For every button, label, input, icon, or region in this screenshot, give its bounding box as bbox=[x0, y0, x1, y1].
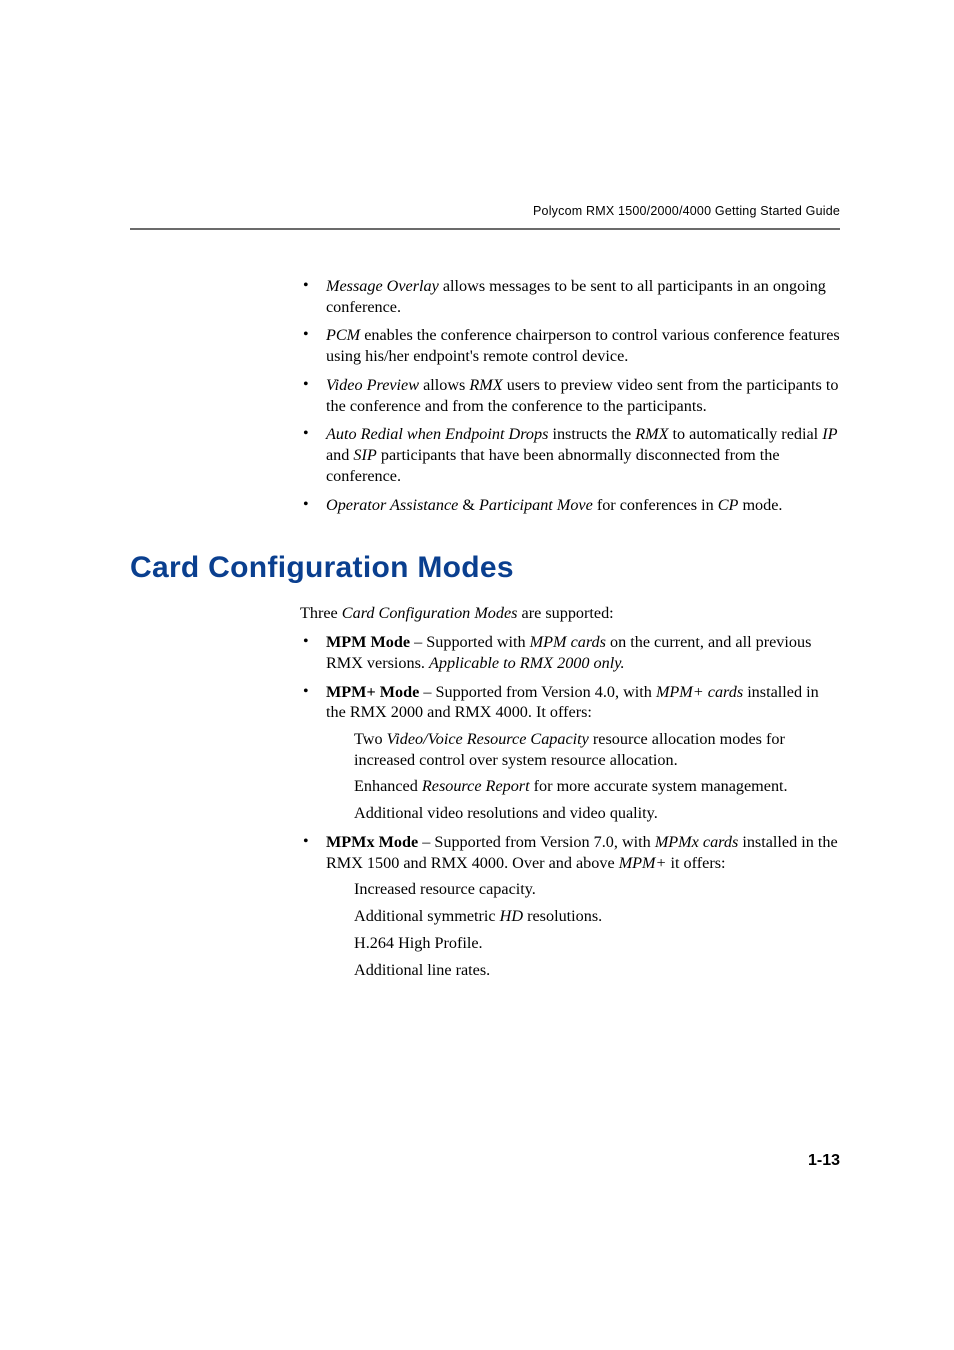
mode-name: MPM+ Mode bbox=[326, 683, 419, 701]
sub-text: Two bbox=[354, 730, 387, 748]
feature-text: to automatically redial bbox=[668, 425, 822, 443]
inline-italic: MPMx cards bbox=[655, 833, 738, 851]
inline-italic: MPM+ cards bbox=[656, 683, 743, 701]
sub-item: Additional symmetric HD resolutions. bbox=[354, 906, 840, 927]
mode-text: – Supported with bbox=[410, 633, 530, 651]
list-item: Message Overlay allows messages to be se… bbox=[300, 276, 840, 317]
sub-item: Additional video resolutions and video q… bbox=[354, 803, 840, 824]
section-title: Card Configuration Modes bbox=[130, 551, 840, 585]
sub-item: Increased resource capacity. bbox=[354, 879, 840, 900]
inline-italic: MPM cards bbox=[530, 633, 606, 651]
list-item: Operator Assistance & Participant Move f… bbox=[300, 495, 840, 516]
mode-sublist: Two Video/Voice Resource Capacity resour… bbox=[354, 729, 840, 824]
inline-italic: Resource Report bbox=[422, 777, 530, 795]
list-item: PCM enables the conference chairperson t… bbox=[300, 325, 840, 366]
mode-text: – Supported from Version 4.0, with bbox=[419, 683, 656, 701]
feature-text: and bbox=[326, 446, 353, 464]
list-item: MPM+ Mode – Supported from Version 4.0, … bbox=[300, 682, 840, 824]
sub-text: Increased resource capacity. bbox=[354, 880, 536, 898]
inline-italic: Card Configuration Modes bbox=[342, 604, 518, 622]
sub-text: Additional symmetric bbox=[354, 907, 500, 925]
feature-name: Message Overlay bbox=[326, 277, 439, 295]
list-item: MPM Mode – Supported with MPM cards on t… bbox=[300, 632, 840, 673]
sub-text: Additional line rates. bbox=[354, 961, 490, 979]
intro-text: are supported: bbox=[517, 604, 613, 622]
feature-name: Video Preview bbox=[326, 376, 419, 394]
running-header: Polycom RMX 1500/2000/4000 Getting Start… bbox=[130, 204, 840, 218]
sub-text: H.264 High Profile. bbox=[354, 934, 483, 952]
feature-name: Operator Assistance bbox=[326, 496, 458, 514]
mode-name: MPMx Mode bbox=[326, 833, 418, 851]
feature-text: for conferences in bbox=[593, 496, 718, 514]
inline-italic: RMX bbox=[635, 425, 668, 443]
inline-italic: Participant Move bbox=[479, 496, 593, 514]
feature-text: instructs the bbox=[548, 425, 635, 443]
inline-italic: SIP bbox=[353, 446, 376, 464]
mode-text: it offers: bbox=[666, 854, 725, 872]
feature-name: PCM bbox=[326, 326, 360, 344]
intro-text: Three bbox=[300, 604, 342, 622]
sub-item: H.264 High Profile. bbox=[354, 933, 840, 954]
feature-text: mode. bbox=[738, 496, 782, 514]
inline-italic: IP bbox=[822, 425, 837, 443]
sub-item: Additional line rates. bbox=[354, 960, 840, 981]
inline-italic: MPM+ bbox=[619, 854, 667, 872]
inline-italic: Video/Voice Resource Capacity bbox=[387, 730, 589, 748]
page-number: 1-13 bbox=[808, 1152, 840, 1170]
header-rule bbox=[130, 228, 840, 230]
feature-name: Auto Redial when Endpoint Drops bbox=[326, 425, 548, 443]
inline-italic: RMX bbox=[469, 376, 502, 394]
modes-list: MPM Mode – Supported with MPM cards on t… bbox=[300, 632, 840, 980]
list-item: Video Preview allows RMX users to previe… bbox=[300, 375, 840, 416]
feature-text: & bbox=[458, 496, 479, 514]
inline-italic: CP bbox=[718, 496, 739, 514]
sub-text: resolutions. bbox=[523, 907, 602, 925]
feature-text: allows bbox=[419, 376, 469, 394]
feature-text: participants that have been abnormally d… bbox=[326, 446, 780, 485]
intro-paragraph: Three Card Configuration Modes are suppo… bbox=[300, 603, 840, 624]
mode-sublist: Increased resource capacity. Additional … bbox=[354, 879, 840, 980]
sub-text: for more accurate system management. bbox=[530, 777, 788, 795]
sub-text: Enhanced bbox=[354, 777, 422, 795]
mode-name: MPM Mode bbox=[326, 633, 410, 651]
list-item: Auto Redial when Endpoint Drops instruct… bbox=[300, 424, 840, 486]
list-item: MPMx Mode – Supported from Version 7.0, … bbox=[300, 832, 840, 980]
feature-list: Message Overlay allows messages to be se… bbox=[300, 276, 840, 515]
inline-italic: HD bbox=[500, 907, 523, 925]
mode-text: – Supported from Version 7.0, with bbox=[418, 833, 655, 851]
sub-item: Enhanced Resource Report for more accura… bbox=[354, 776, 840, 797]
feature-text: enables the conference chairperson to co… bbox=[326, 326, 840, 365]
sub-item: Two Video/Voice Resource Capacity resour… bbox=[354, 729, 840, 770]
sub-text: Additional video resolutions and video q… bbox=[354, 804, 658, 822]
inline-italic: Applicable to RMX 2000 only. bbox=[429, 654, 625, 672]
